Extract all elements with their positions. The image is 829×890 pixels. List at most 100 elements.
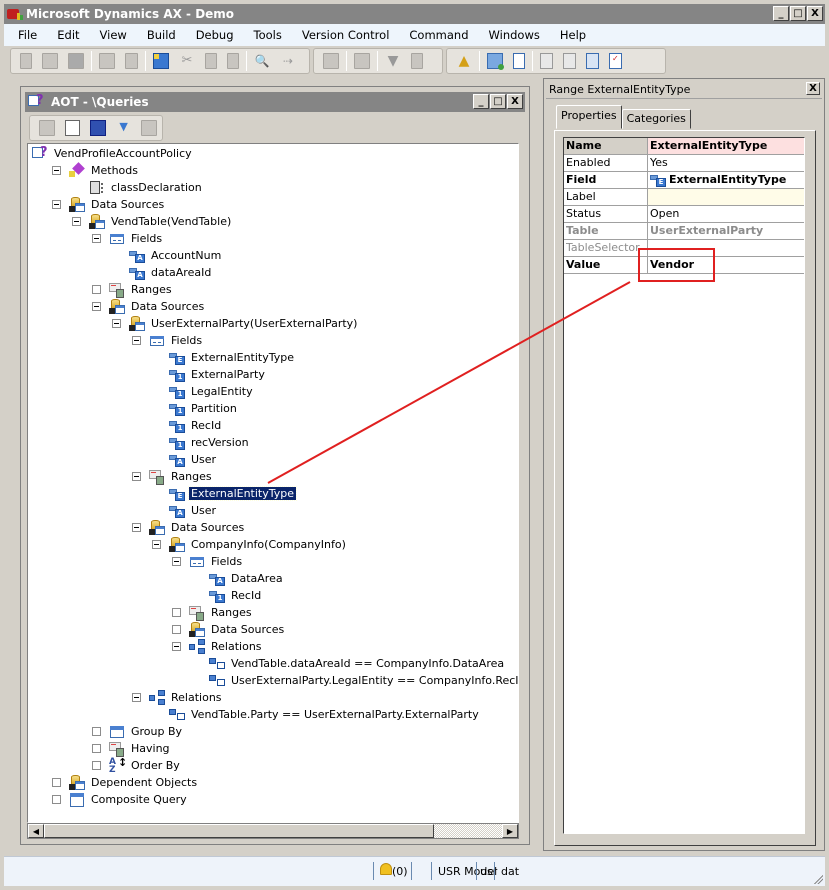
aot-minimize-button[interactable]: _ (473, 94, 489, 109)
menu-edit[interactable]: Edit (57, 28, 79, 42)
print-preview-icon[interactable] (125, 53, 138, 69)
property-value[interactable]: Vendor (648, 257, 804, 273)
tree-node[interactable]: 1 Partition (152, 400, 239, 417)
save-all-icon[interactable] (90, 120, 106, 136)
property-value[interactable]: Open (648, 206, 804, 222)
tree-node[interactable]: Fields (92, 230, 164, 247)
tree-node[interactable]: Methods (52, 161, 140, 179)
breakpoints-icon[interactable] (563, 53, 576, 69)
property-row-name[interactable]: Name ExternalEntityType (564, 138, 804, 155)
debug-settings-icon[interactable] (540, 53, 553, 69)
paste-icon[interactable] (227, 53, 239, 69)
tree-node[interactable]: E ExternalEntityType (152, 349, 296, 366)
collapse-toggle[interactable] (112, 319, 121, 328)
tree-node[interactable]: Composite Query (52, 791, 189, 808)
tree-node[interactable]: E ExternalEntityType (152, 485, 298, 502)
properties-icon[interactable] (323, 53, 339, 69)
scroll-left-button[interactable]: ◀ (28, 824, 44, 838)
tree-node[interactable]: classDeclaration (72, 179, 204, 196)
tab-properties[interactable]: Properties (556, 105, 622, 129)
tree-node[interactable]: Relations (132, 689, 224, 706)
collapse-toggle[interactable] (152, 540, 161, 549)
tree-node[interactable]: Ranges (92, 281, 174, 298)
tree-node[interactable]: Data Sources (132, 519, 246, 536)
property-value[interactable]: E ExternalEntityType (648, 172, 804, 188)
aot-close-button[interactable]: X (507, 94, 523, 109)
tree-node[interactable]: Data Sources (92, 298, 206, 315)
tree-node[interactable]: UserExternalParty(UserExternalParty) (112, 315, 359, 332)
collapse-toggle[interactable] (72, 217, 81, 226)
tree-node[interactable]: A AccountNum (112, 247, 223, 264)
expand-toggle[interactable] (92, 744, 101, 753)
expand-toggle[interactable] (52, 778, 61, 787)
tree-node[interactable]: Ranges (172, 604, 254, 621)
cut-icon[interactable]: ✂ (179, 53, 195, 69)
property-row-enabled[interactable]: Enabled Yes (564, 155, 804, 172)
tree-node[interactable]: Fields (132, 332, 204, 349)
checklist-icon[interactable]: ✓ (609, 53, 622, 69)
menu-debug[interactable]: Debug (196, 28, 234, 42)
tree-node[interactable]: ? VendProfileAccountPolicy (32, 145, 194, 162)
call-stack-icon[interactable] (586, 53, 599, 69)
open-icon[interactable] (42, 53, 58, 69)
save-icon[interactable] (68, 53, 84, 69)
property-row-label[interactable]: Label (564, 189, 804, 206)
collapse-toggle[interactable] (132, 336, 141, 345)
collapse-toggle[interactable] (172, 642, 181, 651)
tree-node[interactable]: VendTable.Party == UserExternalParty.Ext… (152, 706, 481, 723)
expand-toggle[interactable] (92, 727, 101, 736)
tab-categories[interactable]: Categories (621, 109, 691, 129)
tree-node[interactable]: A Z ↕ Order By (92, 757, 182, 774)
filter-icon[interactable]: ▼ (385, 53, 401, 69)
property-row-value[interactable]: Value Vendor (564, 257, 804, 274)
aot-tree[interactable]: ? VendProfileAccountPolicy Methods classDec… (27, 143, 519, 823)
filter-icon[interactable]: ▼ (116, 120, 132, 136)
tree-node[interactable]: A DataArea (192, 570, 285, 587)
scroll-thumb[interactable] (44, 824, 434, 838)
property-value[interactable]: Yes (648, 155, 804, 171)
sort-icon[interactable] (411, 53, 423, 69)
scroll-right-button[interactable]: ▶ (502, 824, 518, 838)
find-next-icon[interactable]: ⇢ (280, 53, 296, 69)
tree-node[interactable]: 1 LegalEntity (152, 383, 255, 400)
property-row-tableselector[interactable]: TableSelector (564, 240, 804, 257)
import-icon[interactable] (141, 120, 157, 136)
new-window-icon[interactable] (153, 53, 169, 69)
menu-help[interactable]: Help (560, 28, 586, 42)
expand-toggle[interactable] (92, 285, 101, 294)
tree-node[interactable]: Dependent Objects (52, 774, 199, 791)
notification-count[interactable]: (0) (392, 865, 408, 878)
compare-icon[interactable] (487, 53, 504, 70)
aot-maximize-button[interactable]: □ (490, 94, 506, 109)
maximize-button[interactable]: □ (790, 6, 806, 21)
tree-node[interactable]: VendTable.dataAreaId == CompanyInfo.Data… (192, 655, 506, 672)
expand-toggle[interactable] (52, 795, 61, 804)
import-icon[interactable] (354, 53, 370, 69)
collapse-toggle[interactable] (92, 234, 101, 243)
horizontal-scrollbar[interactable]: ◀ ▶ (27, 823, 519, 839)
tree-node[interactable]: 1 RecId (192, 587, 263, 604)
property-value[interactable]: ExternalEntityType (648, 138, 804, 154)
tree-node[interactable]: CompanyInfo(CompanyInfo) (152, 536, 348, 553)
property-value[interactable] (648, 189, 804, 205)
tree-node[interactable]: 1 recVersion (152, 434, 251, 451)
tree-node[interactable]: Data Sources (172, 621, 286, 638)
tree-node[interactable]: UserExternalParty.LegalEntity == Company… (192, 672, 518, 689)
copy-icon[interactable] (205, 53, 217, 69)
property-row-status[interactable]: Status Open (564, 206, 804, 223)
open-icon[interactable] (39, 120, 55, 136)
list-icon[interactable] (513, 53, 525, 69)
property-row-field[interactable]: Field E ExternalEntityType (564, 172, 804, 189)
tree-node[interactable]: VendTable(VendTable) (72, 213, 233, 230)
properties-icon[interactable] (64, 120, 81, 136)
menu-file[interactable]: File (18, 28, 37, 42)
properties-close-button[interactable]: X (806, 82, 820, 95)
tree-node[interactable]: Having (92, 740, 172, 757)
close-button[interactable]: X (807, 6, 823, 21)
tree-node[interactable]: Data Sources (52, 196, 166, 213)
tree-node[interactable]: A User (152, 451, 218, 468)
new-icon[interactable] (20, 53, 32, 69)
collapse-toggle[interactable] (132, 523, 141, 532)
expand-toggle[interactable] (172, 608, 181, 617)
tree-node[interactable]: Fields (172, 553, 244, 570)
